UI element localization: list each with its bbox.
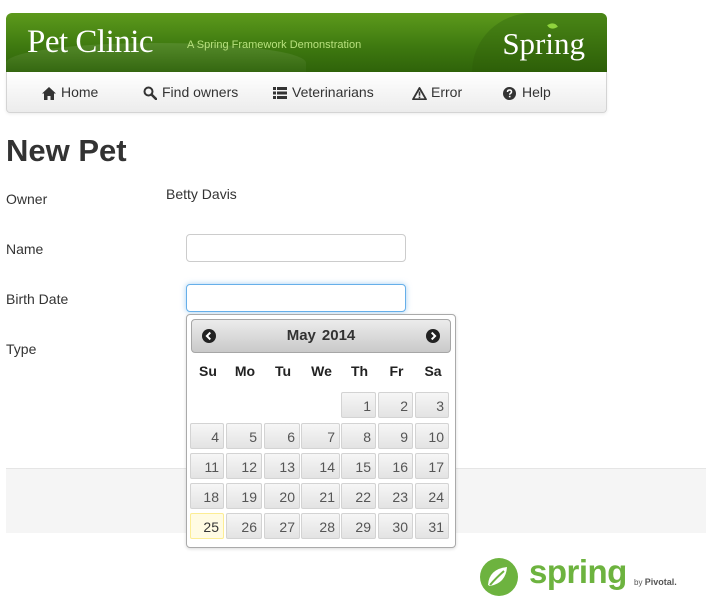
datepicker-year: 2014 xyxy=(321,327,356,344)
name-label: Name xyxy=(6,241,44,257)
footer-spring-word: spring xyxy=(529,553,627,590)
nav-help-label: Help xyxy=(522,84,551,100)
nav-veterinarians[interactable]: Veterinarians xyxy=(273,72,374,112)
birth-date-label: Birth Date xyxy=(6,291,69,307)
owner-label: Owner xyxy=(6,191,48,207)
spring-by-pivotal-logo: spring by Pivotal. xyxy=(479,553,679,599)
datepicker-title: May 2014 xyxy=(192,320,450,352)
nav-find-owners-label: Find owners xyxy=(162,84,239,100)
calendar-day[interactable]: 29 xyxy=(341,513,376,539)
question-circle-icon xyxy=(503,86,519,100)
spring-leaf-logo-icon xyxy=(480,558,518,596)
calendar-day[interactable]: 26 xyxy=(226,513,262,539)
weekday-header: We xyxy=(311,363,332,379)
owner-value: Betty Davis xyxy=(166,186,237,202)
weekday-header: Th xyxy=(350,363,369,379)
main-navbar: Home Find owners Veterinarians Error Hel… xyxy=(6,72,607,113)
calendar-day[interactable]: 23 xyxy=(378,483,413,509)
name-input[interactable] xyxy=(186,234,406,262)
home-icon xyxy=(42,86,58,100)
nav-help[interactable]: Help xyxy=(503,72,551,112)
datepicker-month: May xyxy=(286,327,316,344)
calendar-day[interactable]: 9 xyxy=(378,423,413,449)
footer-by-pivotal: by Pivotal. xyxy=(634,577,677,587)
calendar-day[interactable]: 21 xyxy=(301,483,340,509)
weekday-header: Fr xyxy=(389,363,404,379)
calendar-day[interactable]: 22 xyxy=(341,483,376,509)
calendar-day[interactable]: 24 xyxy=(415,483,449,509)
weekday-header: Tu xyxy=(274,363,292,379)
nav-find-owners[interactable]: Find owners xyxy=(143,72,238,112)
footer-pivotal-label: Pivotal. xyxy=(644,577,677,587)
calendar-day[interactable]: 20 xyxy=(264,483,300,509)
calendar-day[interactable]: 10 xyxy=(415,423,449,449)
calendar-day[interactable]: 14 xyxy=(301,453,340,479)
calendar-day[interactable]: 13 xyxy=(264,453,300,479)
nav-home-label: Home xyxy=(61,84,99,100)
header-banner: Pet Clinic A Spring Framework Demonstrat… xyxy=(6,13,607,72)
calendar-day[interactable]: 17 xyxy=(415,453,449,479)
chevron-left-icon xyxy=(205,331,212,341)
calendar-day[interactable]: 12 xyxy=(226,453,262,479)
page-title: New Pet xyxy=(6,133,127,168)
calendar-day[interactable]: 1 xyxy=(341,392,376,418)
calendar-day[interactable]: 28 xyxy=(301,513,340,539)
prev-month-button[interactable] xyxy=(202,329,216,343)
weekday-header: Sa xyxy=(424,363,442,379)
calendar-day[interactable]: 27 xyxy=(264,513,300,539)
app-tagline: A Spring Framework Demonstration xyxy=(187,39,362,51)
calendar-day[interactable]: 2 xyxy=(378,392,413,418)
warning-icon xyxy=(412,86,428,100)
weekday-header: Su xyxy=(199,363,217,379)
calendar-day[interactable]: 3 xyxy=(415,392,449,418)
calendar-day[interactable]: 7 xyxy=(301,423,340,449)
nav-home[interactable]: Home xyxy=(42,72,98,112)
search-icon xyxy=(143,86,159,101)
nav-error[interactable]: Error xyxy=(412,72,462,112)
spring-brand-logo: Spring xyxy=(502,26,585,61)
datepicker-popup: May 2014 Su Mo Tu We Th Fr Sa 1 2 3 4 5 6 7 8 9 10 11 12 13 1… xyxy=(186,314,456,548)
app-title: Pet Clinic xyxy=(27,24,154,60)
calendar-day[interactable]: 5 xyxy=(226,423,262,449)
footer-by-label: by xyxy=(634,578,643,587)
calendar-day[interactable]: 19 xyxy=(226,483,262,509)
calendar-day[interactable]: 16 xyxy=(378,453,413,479)
calendar-day[interactable]: 6 xyxy=(264,423,300,449)
calendar-day[interactable]: 18 xyxy=(190,483,224,509)
birth-date-input[interactable] xyxy=(186,284,406,312)
calendar-day-today[interactable]: 25 xyxy=(190,513,224,539)
next-month-button[interactable] xyxy=(426,329,440,343)
nav-error-label: Error xyxy=(431,84,463,100)
datepicker-header: May 2014 xyxy=(191,319,451,353)
type-label: Type xyxy=(6,341,37,357)
calendar-day[interactable]: 8 xyxy=(341,423,376,449)
list-icon xyxy=(273,87,289,100)
calendar-day[interactable]: 31 xyxy=(415,513,449,539)
calendar-day[interactable]: 30 xyxy=(378,513,413,539)
weekday-header: Mo xyxy=(234,363,256,379)
nav-veterinarians-label: Veterinarians xyxy=(292,84,374,100)
calendar-day[interactable]: 15 xyxy=(341,453,376,479)
chevron-right-icon xyxy=(430,331,437,341)
calendar-day[interactable]: 11 xyxy=(190,453,224,479)
calendar-day[interactable]: 4 xyxy=(190,423,224,449)
